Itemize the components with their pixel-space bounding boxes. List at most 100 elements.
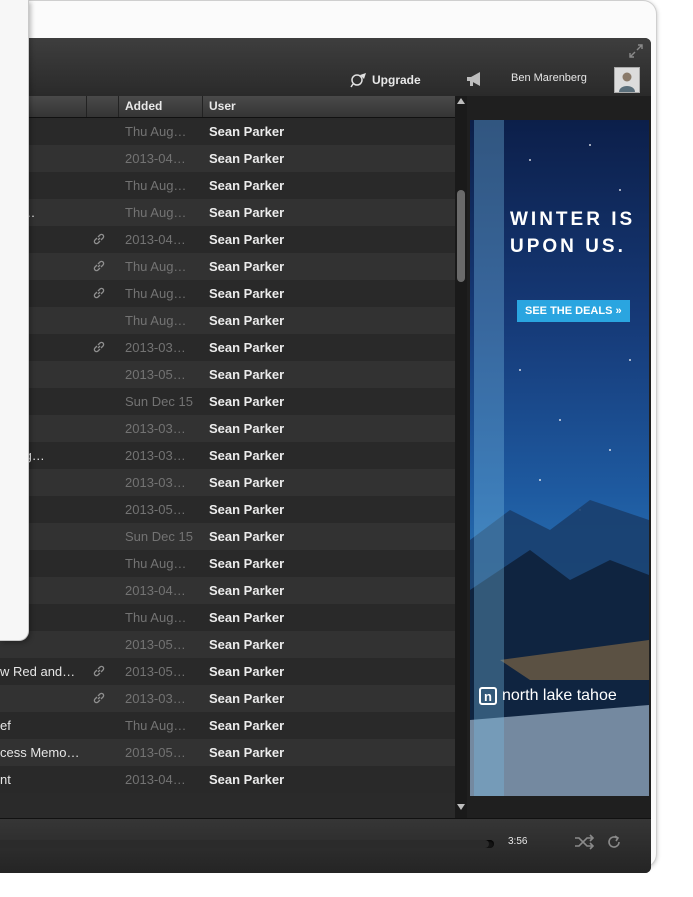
user-name-cell[interactable]: Sean Parker [209,631,284,658]
user-name-cell[interactable]: Sean Parker [209,334,284,361]
user-name-cell[interactable]: Sean Parker [209,199,284,226]
see-the-deals-button[interactable]: SEE THE DEALS » [517,300,630,322]
table-row[interactable]: oning…2013-03…Sean Parker [0,442,455,469]
table-row[interactable]: Thu Aug… Sean Parker [0,307,455,334]
table-row[interactable]: Thu Aug… Sean Parker [0,604,455,631]
user-name-cell[interactable]: Sean Parker [209,685,284,712]
table-row[interactable]: Thu Aug… Sean Parker [0,118,455,145]
user-name-cell[interactable]: Sean Parker [209,577,284,604]
table-row[interactable]: Thu Aug… Sean Parker [0,253,455,280]
scroll-down-arrow-icon[interactable] [457,804,465,810]
table-row[interactable]: w Red and… 2013-05… Sean Parker [0,658,455,685]
date-added: Thu Aug… [125,313,187,328]
user-name-cell[interactable]: Sean Parker [209,415,284,442]
avatar[interactable] [614,67,640,93]
table-row[interactable]: hite2013-05…Sean Parker [0,496,455,523]
table-row[interactable]: e2013-05…Sean Parker [0,361,455,388]
date-added: 2013-05… [125,637,186,652]
shuffle-icon[interactable] [574,834,594,850]
date-added: 2013-03… [125,475,186,490]
table-row[interactable]: 2013-05… Sean Parker [0,631,455,658]
user-name-cell[interactable]: Sean Parker [209,253,284,280]
table-row[interactable]: Thu Aug… Sean Parker [0,280,455,307]
user-name-cell[interactable]: Sean Parker [209,145,284,172]
ad-brand[interactable]: n north lake tahoe [479,687,617,705]
table-row[interactable]: ef Thu Aug… Sean Parker [0,712,455,739]
user-name-cell[interactable]: Sean Parker [209,172,284,199]
date-added: 2013-05… [125,367,186,382]
player-bar: 3:56 [0,818,651,873]
user-name-cell[interactable]: Sean Parker [209,388,284,415]
date-added: Thu Aug… [125,178,187,193]
table-row[interactable]: 2013-03… Sean Parker [0,415,455,442]
progress-fill [0,840,490,848]
track-title: w Red and… [0,664,76,679]
column-separator [86,96,87,117]
date-added: Thu Aug… [125,124,187,139]
date-added: 2013-05… [125,502,186,517]
link-icon[interactable] [92,286,106,300]
table-header: Added User [0,96,455,118]
link-icon[interactable] [92,664,106,678]
user-name-cell[interactable]: Sean Parker [209,469,284,496]
date-added: Sun Dec 15 [125,529,193,544]
table-row[interactable]: Sun Dec 15 Sean Parker [0,388,455,415]
link-icon[interactable] [92,340,106,354]
ad-headline: WINTER IS UPON US. [510,209,636,257]
table-row[interactable]: cess Memo… 2013-05… Sean Parker [0,739,455,766]
repeat-icon[interactable] [606,834,622,850]
column-header-added[interactable]: Added [125,96,162,117]
ad-brand-name: north lake tahoe [502,687,617,704]
column-separator [202,96,203,117]
date-added: Thu Aug… [125,610,187,625]
date-added: Thu Aug… [125,205,187,220]
user-name-cell[interactable]: Sean Parker [209,523,284,550]
link-icon[interactable] [92,232,106,246]
scroll-up-arrow-icon[interactable] [457,98,465,104]
table-row[interactable]: Thu Aug… Sean Parker [0,172,455,199]
user-name-cell[interactable]: Sean Parker [209,226,284,253]
date-added: 2013-04… [125,772,186,787]
user-name-cell[interactable]: Sean Parker [209,766,284,793]
column-header-user[interactable]: User [209,96,236,117]
user-name-cell[interactable]: Sean Parker [209,361,284,388]
vertical-scrollbar[interactable] [455,96,467,818]
table-row[interactable]: hony2013-04…Sean Parker [0,577,455,604]
date-added: 2013-03… [125,421,186,436]
ad-banner[interactable]: WINTER IS UPON US. SEE THE DEALS » n nor… [470,120,649,796]
user-name-cell[interactable]: Sean Parker [209,604,284,631]
scrollbar-thumb[interactable] [457,190,465,282]
user-name-cell[interactable]: Sean Parker [209,712,284,739]
user-name-cell[interactable]: Sean Parker [209,658,284,685]
user-name-cell[interactable]: Sean Parker [209,118,284,145]
track-table: Added User Thu Aug… Sean Parker 2013-04… Se… [0,96,455,818]
user-name-cell[interactable]: Sean Parker [209,550,284,577]
table-row[interactable]: The…Thu Aug…Sean Parker [0,199,455,226]
table-row[interactable]: Sun Dec 15 Sean Parker [0,523,455,550]
user-name-cell[interactable]: Sean Parker [209,496,284,523]
table-row[interactable]: 2013-04… Sean Parker [0,145,455,172]
user-name-cell[interactable]: Sean Parker [209,280,284,307]
table-row[interactable]: 2013-03… Sean Parker [0,685,455,712]
progress-bar[interactable] [0,840,494,848]
table-row[interactable]: 2013-03… Sean Parker [0,469,455,496]
top-bar: Upgrade Ben Marenberg [0,38,651,96]
link-icon[interactable] [92,691,106,705]
north-lake-tahoe-logo: n [479,687,497,705]
megaphone-icon[interactable] [465,71,485,87]
table-row[interactable]: 2013-03… Sean Parker [0,334,455,361]
table-row[interactable]: nt 2013-04… Sean Parker [0,766,455,793]
upgrade-icon [350,73,366,88]
link-icon[interactable] [92,259,106,273]
user-name-cell[interactable]: Sean Parker [209,442,284,469]
date-added: 2013-03… [125,340,186,355]
expand-icon[interactable] [629,44,643,58]
user-name-cell[interactable]: Sean Parker [209,739,284,766]
table-row[interactable]: Thu Aug… Sean Parker [0,550,455,577]
table-row[interactable]: p2013-04…Sean Parker [0,226,455,253]
date-added: 2013-05… [125,745,186,760]
upgrade-button[interactable]: Upgrade [350,71,421,89]
user-name[interactable]: Ben Marenberg [511,72,587,84]
user-name-cell[interactable]: Sean Parker [209,307,284,334]
date-added: 2013-03… [125,448,186,463]
